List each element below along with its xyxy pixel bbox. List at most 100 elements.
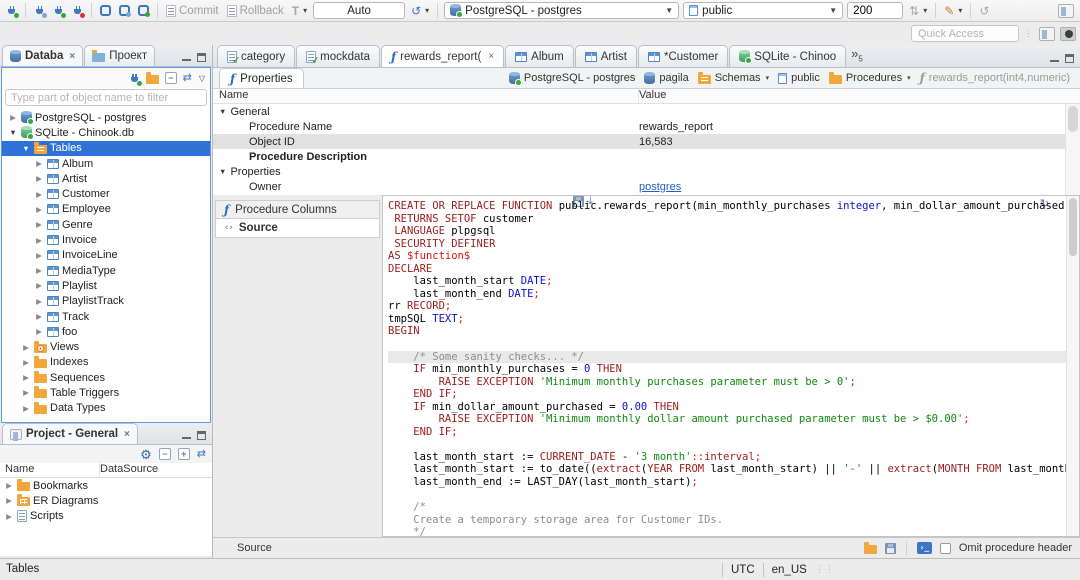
expand-all-icon[interactable]: + — [177, 448, 190, 460]
expand-arrow-icon[interactable]: ▶ — [21, 404, 31, 413]
expand-arrow-icon[interactable]: ▶ — [34, 327, 44, 336]
expand-arrow-icon[interactable]: ▶ — [34, 205, 44, 214]
collapse-all-icon[interactable]: − — [158, 448, 171, 460]
sql-editor-button[interactable] — [98, 2, 113, 20]
expand-arrow-icon[interactable]: ▶ — [21, 388, 31, 397]
editor-tab-sqlite-chinoo[interactable]: SQLite - Chinoo — [729, 45, 847, 67]
grid-row-owner[interactable]: Owner postgres — [213, 179, 1080, 194]
expand-arrow-icon[interactable]: ▶ — [34, 266, 44, 275]
expand-arrow-icon[interactable]: ▶ — [34, 159, 44, 168]
new-sql-editor-button[interactable] — [136, 2, 151, 20]
minimize-icon[interactable] — [182, 432, 191, 439]
expand-arrow-icon[interactable]: ▶ — [21, 343, 31, 352]
link-with-editor-icon[interactable]: ⇄ — [197, 448, 206, 460]
tree-item-employee[interactable]: ▶ Employee — [2, 202, 210, 217]
view-menu-icon[interactable]: ▽ — [199, 74, 205, 83]
expand-arrow-icon[interactable]: ▶ — [34, 174, 44, 183]
source-scrollbar[interactable] — [1066, 196, 1079, 536]
tab-database-navigator[interactable]: Databa × — [2, 45, 84, 66]
show-ddl-console-icon[interactable]: ›_ — [916, 542, 932, 554]
tree-item-invoice[interactable]: ▶ Invoice — [2, 232, 210, 247]
tree-item-tables[interactable]: ▼ Tables — [2, 140, 210, 156]
compare-button[interactable]: ⇅ ▾ — [907, 2, 929, 20]
project-item-scripts[interactable]: ▶ Scripts — [0, 509, 212, 524]
tree-item-postgresql-postgres[interactable]: ▶ PostgreSQL - postgres — [2, 110, 210, 126]
expand-arrow-icon[interactable]: ▶ — [34, 251, 44, 260]
editor-tab-category[interactable]: category — [217, 45, 296, 67]
collapse-arrow-icon[interactable]: ▼ — [219, 167, 226, 176]
expand-arrow-icon[interactable]: ▶ — [21, 373, 31, 382]
editor-tab-artist[interactable]: Artist — [574, 45, 637, 67]
collapse-arrow-icon[interactable]: ▼ — [219, 107, 226, 116]
collapse-all-icon[interactable]: − — [164, 72, 177, 84]
expand-arrow-icon[interactable]: ▶ — [34, 297, 44, 306]
gear-icon[interactable]: ⚙ — [140, 448, 152, 461]
rollback-button[interactable]: Rollback — [225, 2, 286, 20]
link-with-editor-icon[interactable]: ⇄ — [183, 72, 192, 84]
column-value[interactable]: Value — [639, 89, 666, 103]
tree-item-mediatype[interactable]: ▶ MediaType — [2, 263, 210, 278]
project-item-bookmarks[interactable]: ▶ Bookmarks — [0, 478, 212, 493]
transaction-log-button[interactable]: ↺ ▾ — [409, 2, 431, 20]
omit-procedure-header-checkbox[interactable] — [939, 542, 951, 554]
timezone-label[interactable]: UTC — [731, 564, 755, 576]
breadcrumb-item-rewards-report-int4-numeric[interactable]: ƒ rewards_report(int4,numeric) — [920, 71, 1070, 85]
object-filter-input[interactable] — [5, 89, 207, 106]
expand-arrow-icon[interactable]: ▶ — [34, 312, 44, 321]
side-tab-procedure-columns[interactable]: ƒ Procedure Columns — [215, 200, 380, 219]
auto-commit-select[interactable]: Auto — [313, 2, 406, 19]
tree-item-table-triggers[interactable]: ▶ Table Triggers — [2, 385, 210, 400]
tree-item-foo[interactable]: ▶ foo — [2, 324, 210, 339]
grid-group-properties[interactable]: ▼ Properties — [213, 164, 1080, 179]
editor-tab-rewards-report[interactable]: ƒ rewards_report(× — [380, 45, 505, 67]
maximize-icon[interactable] — [197, 431, 206, 440]
breadcrumb-item-pagila[interactable]: pagila — [644, 71, 689, 84]
undo-button[interactable]: ↺ — [977, 2, 991, 20]
column-name[interactable]: Name — [213, 89, 639, 103]
tree-item-playlisttrack[interactable]: ▶ PlaylistTrack — [2, 294, 210, 309]
open-perspective-icon[interactable] — [1039, 26, 1055, 41]
editor-tab-customer[interactable]: *Customer — [637, 45, 729, 67]
source-viewer[interactable]: ⤓ ↻ CREATE OR REPLACE FUNCTION public.re… — [382, 195, 1080, 537]
grid-row-object-id[interactable]: Object ID 16,583 — [213, 134, 1080, 149]
close-icon[interactable]: × — [69, 51, 75, 62]
tree-item-customer[interactable]: ▶ Customer — [2, 186, 210, 201]
expand-arrow-icon[interactable]: ▶ — [8, 113, 18, 122]
grid-row-procedure-description[interactable]: Procedure Description — [213, 149, 1080, 164]
tree-item-album[interactable]: ▶ Album — [2, 156, 210, 171]
editor-tab-mockdata[interactable]: mockdata — [296, 45, 380, 67]
dbeaver-perspective-icon[interactable] — [1060, 26, 1076, 41]
tree-item-views[interactable]: ▶ Views — [2, 339, 210, 354]
collapse-arrow-icon[interactable]: ▼ — [8, 128, 18, 137]
omit-procedure-header-label[interactable]: Omit procedure header — [959, 542, 1072, 554]
maximize-icon[interactable] — [197, 53, 206, 62]
project-item-er-diagrams[interactable]: ▶ ER Diagrams — [0, 493, 212, 508]
tab-project-explorer[interactable]: Проект — [84, 45, 156, 66]
open-sql-script-button[interactable] — [117, 2, 132, 20]
open-perspective-button[interactable] — [1056, 2, 1076, 20]
maximize-icon[interactable] — [1065, 54, 1074, 63]
save-file-icon[interactable] — [884, 542, 896, 554]
generate-mockdata-button[interactable]: ✎ ▾ — [942, 2, 964, 20]
tab-project-general[interactable]: Project - General × — [2, 423, 138, 444]
expand-arrow-icon[interactable]: ▶ — [34, 220, 44, 229]
tree-item-artist[interactable]: ▶ Artist — [2, 171, 210, 186]
minimize-icon[interactable] — [1050, 55, 1059, 62]
minimize-icon[interactable] — [182, 54, 191, 61]
close-icon[interactable]: × — [124, 429, 130, 440]
tree-item-invoiceline[interactable]: ▶ InvoiceLine — [2, 248, 210, 263]
column-datasource[interactable]: DataSource — [100, 463, 158, 477]
tree-item-sequences[interactable]: ▶ Sequences — [2, 370, 210, 385]
grid-row-procedure-name[interactable]: Procedure Name rewards_report — [213, 119, 1080, 134]
expand-arrow-icon[interactable]: ▶ — [34, 190, 44, 199]
tree-item-data-types[interactable]: ▶ Data Types — [2, 401, 210, 416]
grid-scrollbar[interactable] — [1065, 104, 1080, 195]
property-value[interactable]: postgres — [639, 181, 1080, 193]
source-code[interactable]: CREATE OR REPLACE FUNCTION public.reward… — [388, 200, 1079, 536]
expand-arrow-icon[interactable]: ▶ — [34, 281, 44, 290]
disconnect-button[interactable] — [70, 2, 85, 20]
quick-access-input[interactable] — [911, 25, 1019, 42]
commit-button[interactable]: Commit — [164, 2, 221, 20]
collapse-arrow-icon[interactable]: ▼ — [21, 144, 31, 153]
column-name[interactable]: Name — [0, 463, 100, 477]
